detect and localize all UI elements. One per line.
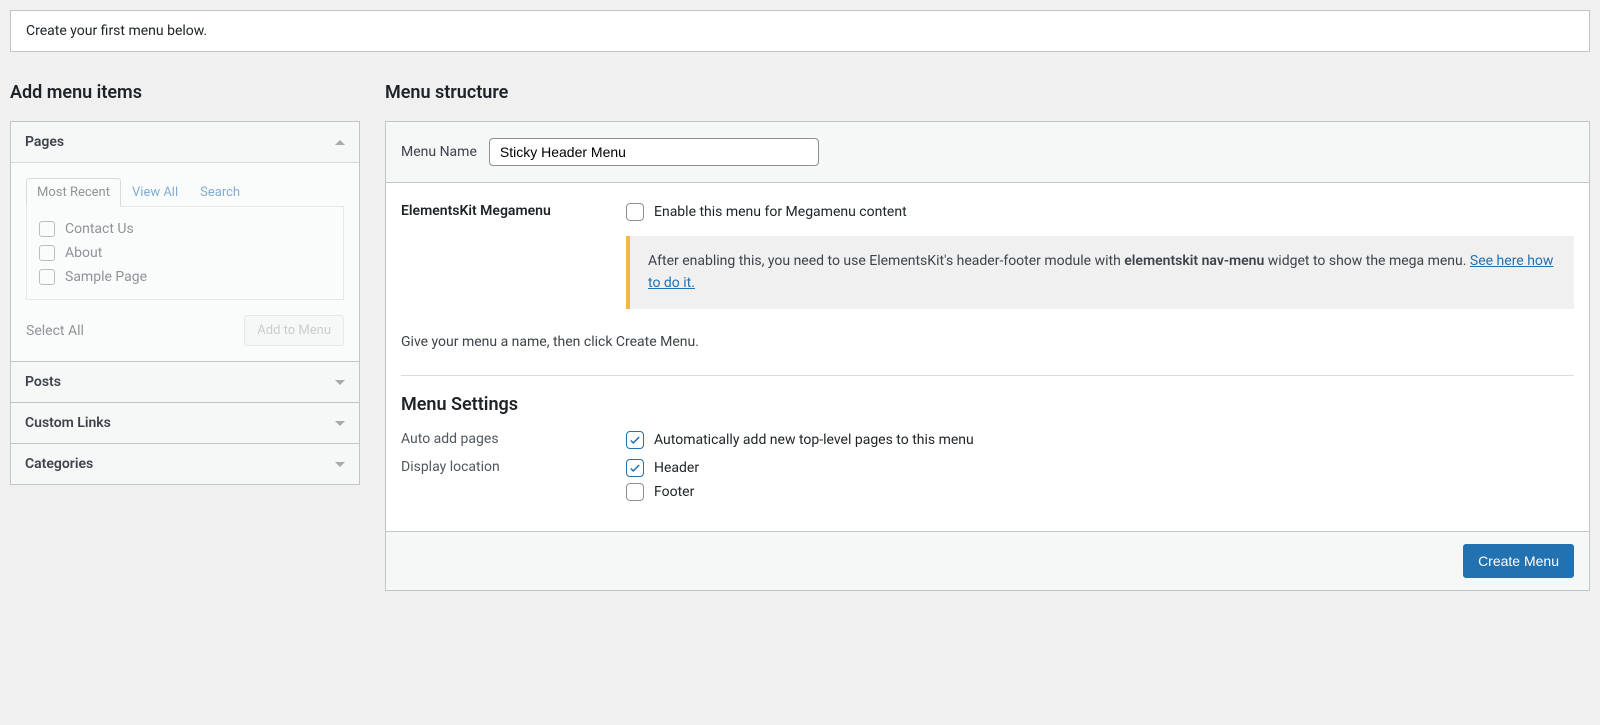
tab-most-recent[interactable]: Most Recent [26,178,121,207]
location-footer-option[interactable]: Footer [626,483,1574,501]
megamenu-info-box: After enabling this, you need to use Ele… [626,236,1574,309]
add-to-menu-button: Add to Menu [244,315,344,346]
list-item[interactable]: Sample Page [39,265,331,289]
accordion: Pages Most Recent View All Search Contac… [10,121,360,485]
megamenu-row: ElementsKit Megamenu Enable this menu fo… [401,203,1574,309]
checkbox[interactable] [39,245,55,261]
tab-view-all[interactable]: View All [121,178,189,207]
menu-name-input[interactable] [489,138,819,166]
chevron-down-icon [335,421,345,426]
menu-header-bar: Menu Name [386,122,1589,183]
accordion-header-pages[interactable]: Pages [11,122,359,162]
check-icon [628,461,642,475]
chevron-down-icon [335,380,345,385]
pages-panel-footer: Select All Add to Menu [26,315,344,346]
auto-add-checkbox[interactable] [626,431,644,449]
display-location-label: Display location [401,459,591,475]
accordion-header-categories[interactable]: Categories [11,443,359,484]
page-label: About [65,245,102,261]
chevron-up-icon [335,140,345,145]
megamenu-label: ElementsKit Megamenu [401,203,591,309]
info-text-strong: elementskit nav-menu [1124,253,1264,269]
pages-tabs: Most Recent View All Search [26,178,344,206]
accordion-header-posts[interactable]: Posts [11,361,359,402]
notice-text: Create your first menu below. [26,23,207,39]
auto-add-option[interactable]: Automatically add new top-level pages to… [626,431,1574,449]
megamenu-enable-row: Enable this menu for Megamenu content [626,203,1574,221]
auto-add-option-label: Automatically add new top-level pages to… [654,432,974,448]
megamenu-enable-checkbox[interactable] [626,203,644,221]
checkbox[interactable] [39,221,55,237]
location-header-checkbox[interactable] [626,459,644,477]
divider [401,375,1574,376]
accordion-title-posts: Posts [25,374,61,390]
accordion-title-custom-links: Custom Links [25,415,111,431]
create-menu-button[interactable]: Create Menu [1463,544,1574,578]
menu-settings-heading: Menu Settings [401,394,1574,415]
location-header-label: Header [654,460,699,476]
select-all-link[interactable]: Select All [26,323,84,339]
list-item[interactable]: About [39,241,331,265]
pages-panel: Most Recent View All Search Contact Us A… [11,162,359,361]
menu-structure-column: Menu structure Menu Name ElementsKit Meg… [385,82,1590,591]
notice-banner: Create your first menu below. [10,10,1590,52]
info-text-pre: After enabling this, you need to use Ele… [648,253,1124,269]
add-menu-items-heading: Add menu items [10,82,360,103]
accordion-title-categories: Categories [25,456,93,472]
page-label: Sample Page [65,269,147,285]
checkbox[interactable] [39,269,55,285]
check-icon [628,433,642,447]
menu-structure-heading: Menu structure [385,82,1590,103]
create-menu-hint: Give your menu a name, then click Create… [401,334,1574,350]
megamenu-enable-label: Enable this menu for Megamenu content [654,204,907,220]
location-header-option[interactable]: Header [626,459,1574,477]
page-label: Contact Us [65,221,134,237]
pages-list: Contact Us About Sample Page [26,206,344,300]
info-text-mid: widget to show the mega menu. [1264,253,1470,269]
tab-search[interactable]: Search [189,178,251,207]
auto-add-pages-label: Auto add pages [401,431,591,447]
menu-name-label: Menu Name [401,144,477,160]
location-footer-checkbox[interactable] [626,483,644,501]
list-item[interactable]: Contact Us [39,217,331,241]
auto-add-pages-row: Auto add pages Automatically add new top… [401,431,1574,449]
accordion-header-custom-links[interactable]: Custom Links [11,402,359,443]
location-footer-label: Footer [654,484,694,500]
accordion-title-pages: Pages [25,134,64,150]
menu-footer-bar: Create Menu [386,531,1589,590]
add-menu-items-column: Add menu items Pages Most Recent View Al… [10,82,360,591]
chevron-down-icon [335,462,345,467]
menu-body: ElementsKit Megamenu Enable this menu fo… [386,183,1589,531]
menu-box: Menu Name ElementsKit Megamenu Enable th… [385,121,1590,591]
display-location-row: Display location Header Foot [401,459,1574,501]
